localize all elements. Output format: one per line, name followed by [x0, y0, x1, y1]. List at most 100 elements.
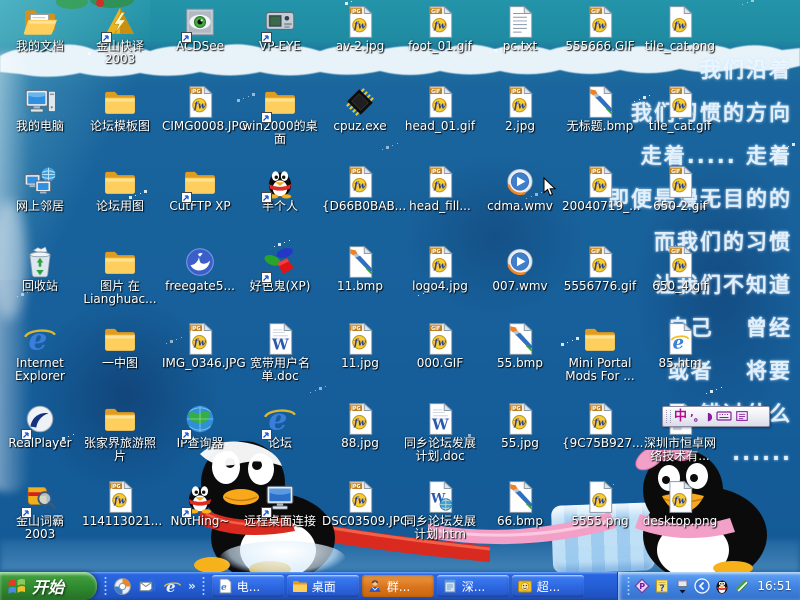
- desktop-icon[interactable]: 我的电脑: [2, 85, 78, 133]
- ime-diamond-icon[interactable]: P: [634, 578, 650, 594]
- desktop-icon[interactable]: ACDSee: [162, 5, 238, 53]
- ime-punctuation-button[interactable]: ’。: [690, 409, 704, 424]
- desktop-icon-label: 张家界旅游照 片: [82, 437, 158, 463]
- desktop-icon[interactable]: VP-EYE: [242, 5, 318, 53]
- desktop[interactable]: 我们沿着我们习惯的方向走着..... 走着即便是漫无目的的而我们的习惯让我们不知…: [0, 0, 800, 572]
- desktop-icon-label: 金山快译 2003: [82, 40, 158, 66]
- desktop-icon[interactable]: eInternet Explorer: [2, 322, 78, 383]
- ime-fullwidth-moon-button[interactable]: ◗: [707, 410, 713, 423]
- qq-messenger-icon[interactable]: [714, 578, 730, 594]
- start-button[interactable]: 开始: [0, 572, 97, 600]
- desktop-icon[interactable]: GIFfw000.GIF: [402, 322, 478, 370]
- desktop-icon[interactable]: 我的文档: [2, 5, 78, 53]
- folder-icon: [103, 322, 137, 356]
- desktop-icon[interactable]: 007.wmv: [482, 245, 558, 293]
- desktop-icon[interactable]: 张家界旅游照 片: [82, 402, 158, 463]
- desktop-icon[interactable]: CutFTP XP: [162, 165, 238, 213]
- desktop-icon[interactable]: 回收站: [2, 245, 78, 293]
- outlook-express-icon[interactable]: [137, 576, 157, 596]
- internet-explorer-icon[interactable]: e: [162, 576, 182, 596]
- desktop-icon[interactable]: freegate5...: [162, 245, 238, 293]
- desktop-icon[interactable]: e85.htm: [642, 322, 718, 370]
- desktop-icon[interactable]: 11.bmp: [322, 245, 398, 293]
- desktop-icon[interactable]: pc.txt: [482, 5, 558, 53]
- desktop-icon[interactable]: cpuz.exe: [322, 85, 398, 133]
- task-button[interactable]: 超...: [512, 575, 584, 597]
- desktop-icon[interactable]: fwdesktop.png: [642, 480, 718, 528]
- desktop-icon[interactable]: W同乡论坛发展 计划.doc: [402, 402, 478, 463]
- shortcut-arrow-icon: [181, 503, 192, 514]
- ime-soft-keyboard-button[interactable]: [716, 407, 732, 426]
- desktop-icon[interactable]: 图片 在 Lianghuac...: [82, 245, 158, 306]
- desktop-icon[interactable]: JPGfw88.jpg: [322, 402, 398, 450]
- quick-launch-handle[interactable]: [104, 576, 107, 596]
- desktop-icon[interactable]: win2000的桌 面: [242, 85, 318, 146]
- ime-chinese-mode-button[interactable]: 中: [674, 408, 687, 425]
- desktop-icon[interactable]: 好色鬼(XP): [242, 245, 318, 293]
- desktop-icon[interactable]: JPGfwhead_fill...: [402, 165, 478, 213]
- overflow-chevron[interactable]: »: [187, 579, 197, 593]
- task-button[interactable]: 群...: [362, 575, 434, 597]
- desktop-icon[interactable]: 论坛用图: [82, 165, 158, 213]
- desktop-icon[interactable]: JPGfwCIMG0008.JPG: [162, 85, 238, 133]
- desktop-icon[interactable]: GIFfw650-2.gif: [642, 165, 718, 213]
- desktop-icon[interactable]: GIFfw650_4.gif: [642, 245, 718, 293]
- desktop-icon[interactable]: GIFfwhead_01.gif: [402, 85, 478, 133]
- desktop-icon[interactable]: JPGfw20040719_...: [562, 165, 638, 213]
- desktop-icon[interactable]: 金山词霸 2003: [2, 480, 78, 541]
- desktop-icon[interactable]: JPGfw2.jpg: [482, 85, 558, 133]
- desktop-icon[interactable]: N0tHing~: [162, 480, 238, 528]
- png-icon: fw: [663, 480, 697, 514]
- svg-text:fw: fw: [433, 338, 447, 348]
- ime-menu-button[interactable]: [735, 407, 749, 426]
- desktop-icon[interactable]: 半个人: [242, 165, 318, 213]
- dove-icon: [183, 245, 217, 279]
- desktop-icon[interactable]: W同乡论坛发展 计划.htm: [402, 480, 478, 541]
- task-button[interactable]: 桌面: [287, 575, 359, 597]
- windows-media-player-icon[interactable]: [112, 576, 132, 596]
- desktop-icon[interactable]: fw5555.png: [562, 480, 638, 528]
- desktop-icon[interactable]: cdma.wmv: [482, 165, 558, 213]
- task-button-label: 桌面: [312, 578, 336, 595]
- taskbar-handle[interactable]: [202, 576, 205, 596]
- task-button[interactable]: e电...: [212, 575, 284, 597]
- dictionary-icon[interactable]: [734, 578, 750, 594]
- task-button-label: 电...: [237, 578, 260, 595]
- ime-drag-handle-icon[interactable]: [666, 410, 671, 423]
- desktop-icon[interactable]: JPGfwIMG_0346.JPG: [162, 322, 238, 370]
- desktop-icon[interactable]: Mini Portal Mods For ...: [562, 322, 638, 383]
- desktop-icon[interactable]: e论坛: [242, 402, 318, 450]
- desktop-icon[interactable]: 一中图: [82, 322, 158, 370]
- desktop-icon[interactable]: IP查询器: [162, 402, 238, 450]
- device-icon: [263, 5, 297, 39]
- help-note-icon[interactable]: ?: [654, 578, 670, 594]
- desktop-icon[interactable]: GIFfwtile_cat.gif: [642, 85, 718, 133]
- desktop-icon[interactable]: RealPlayer: [2, 402, 78, 450]
- desktop-icon[interactable]: JPGfw{D66B0BAB...: [322, 165, 398, 213]
- desktop-icon[interactable]: 网上邻居: [2, 165, 78, 213]
- desktop-icon[interactable]: 无标题.bmp: [562, 85, 638, 133]
- globe-icon: [183, 402, 217, 436]
- desktop-icon[interactable]: GIFfwfoot_01.gif: [402, 5, 478, 53]
- desktop-icon[interactable]: JPGfwlogo4.jpg: [402, 245, 478, 293]
- task-button[interactable]: 深...: [437, 575, 509, 597]
- desktop-icon[interactable]: 66.bmp: [482, 480, 558, 528]
- desktop-icon[interactable]: JPGfw{9C75B927...: [562, 402, 638, 450]
- language-bar-restore-icon[interactable]: [674, 578, 690, 594]
- desktop-icon[interactable]: 论坛模板图: [82, 85, 158, 133]
- desktop-icon[interactable]: JPGfwDSC03509.JPG: [322, 480, 398, 528]
- desktop-icon[interactable]: JPGfw55.jpg: [482, 402, 558, 450]
- desktop-icon[interactable]: 远程桌面连接: [242, 480, 318, 528]
- desktop-icon[interactable]: GIFfw555666.GIF: [562, 5, 638, 53]
- desktop-icon[interactable]: JPGfw114113021...: [82, 480, 158, 528]
- desktop-icon[interactable]: 55.bmp: [482, 322, 558, 370]
- hide-icons-chevron-icon[interactable]: [694, 578, 710, 594]
- desktop-icon-label: foot_01.gif: [402, 40, 478, 53]
- ime-language-bar[interactable]: 中 ’。 ◗: [662, 406, 770, 427]
- desktop-icon[interactable]: fwtile_cat.png: [642, 5, 718, 53]
- desktop-icon[interactable]: W宽带用户名 单.doc: [242, 322, 318, 383]
- desktop-icon[interactable]: 金山快译 2003: [82, 5, 158, 66]
- desktop-icon[interactable]: GIFfw5556776.gif: [562, 245, 638, 293]
- desktop-icon[interactable]: JPGfwav-2.jpg: [322, 5, 398, 53]
- desktop-icon[interactable]: JPGfw11.jpg: [322, 322, 398, 370]
